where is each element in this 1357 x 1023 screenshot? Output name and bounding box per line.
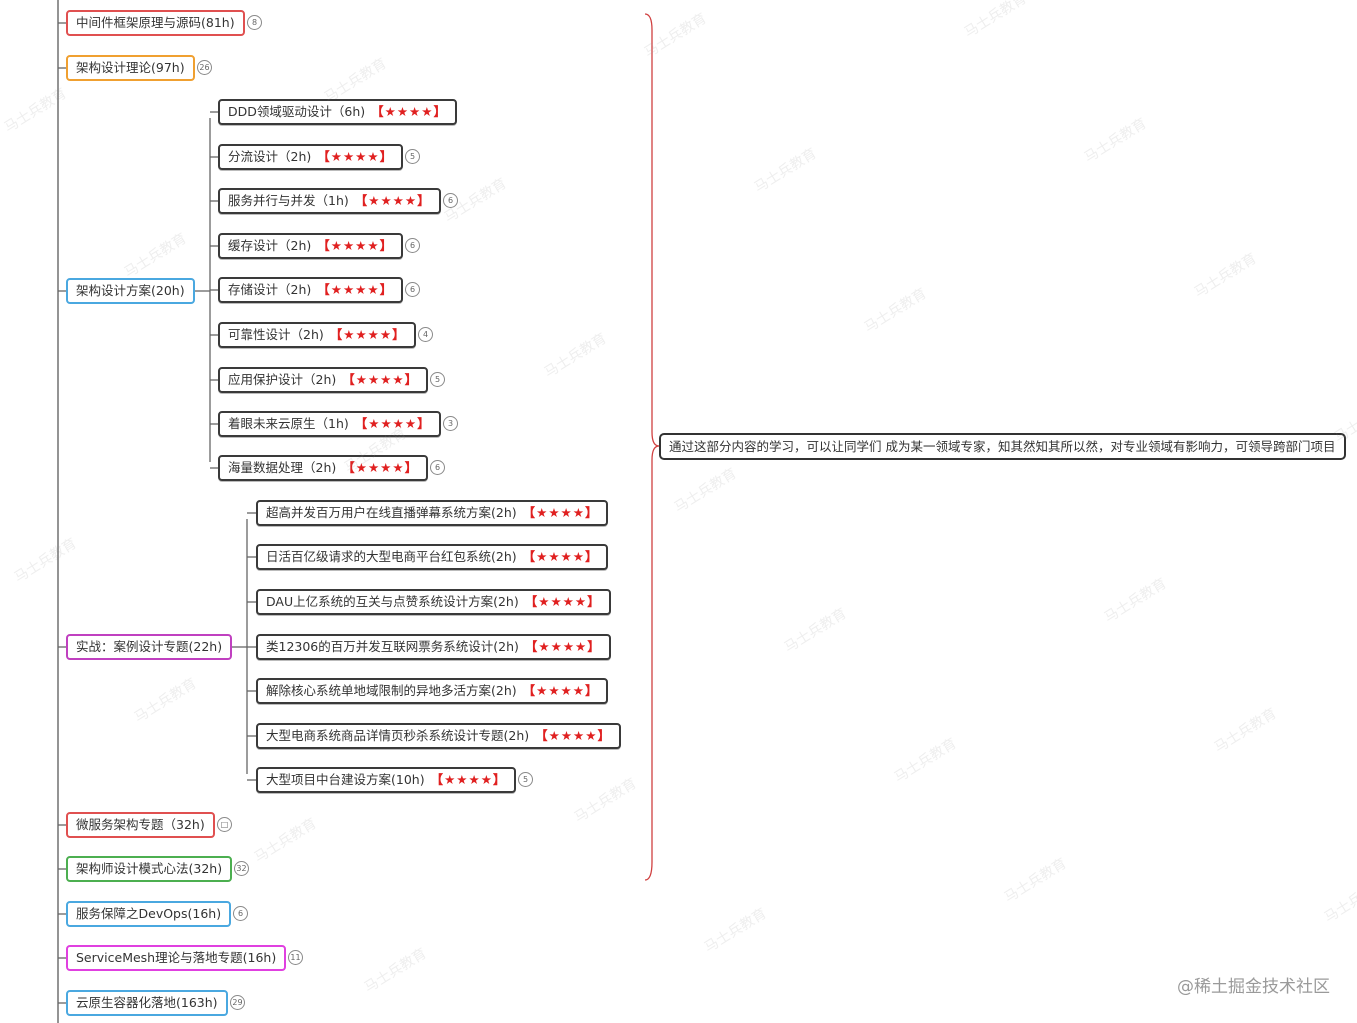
node-label: 海量数据处理（2h) (228, 460, 337, 475)
count-badge: 11 (288, 950, 303, 965)
count-badge: 6 (233, 906, 248, 921)
design-topic-node[interactable]: 应用保护设计（2h) 【★★★★】 (218, 367, 429, 393)
case-topic-node[interactable]: 解除核心系统单地域限制的异地多活方案(2h) 【★★★★】 (256, 678, 609, 704)
node-label: 可靠性设计（2h) (228, 327, 324, 342)
node-label: 日活百亿级请求的大型电商平台红包系统(2h) (266, 549, 517, 564)
rating-stars: 【★★★★】 (524, 594, 601, 609)
case-topic-node[interactable]: 大型电商系统商品详情页秒杀系统设计专题(2h) 【★★★★】 (256, 723, 621, 749)
node-label: 存储设计（2h) (228, 282, 312, 297)
branch-node[interactable]: 云原生容器化落地(163h) (66, 990, 228, 1016)
count-badge: 3 (443, 416, 458, 431)
design-topic-node[interactable]: 着眼未来云原生（1h) 【★★★★】 (218, 411, 441, 437)
summary-node[interactable]: 通过这部分内容的学习，可以让同学们 成为某一领域专家，知其然知其所以然，对专业领… (659, 433, 1346, 460)
brace-path (644, 13, 660, 881)
design-topic-node[interactable]: 缓存设计（2h) 【★★★★】 (218, 233, 404, 259)
count-badge: 29 (230, 995, 245, 1010)
branch-node[interactable]: 架构设计理论(97h) (66, 55, 195, 81)
count-badge: 6 (405, 238, 420, 253)
design-topic-node[interactable]: 海量数据处理（2h) 【★★★★】 (218, 455, 429, 481)
node-label: 超高并发百万用户在线直播弹幕系统方案(2h) (266, 505, 517, 520)
node-label: ServiceMesh理论与落地专题(16h) (76, 950, 277, 965)
rating-stars: 【★★★★】 (522, 549, 599, 564)
case-topic-node[interactable]: 日活百亿级请求的大型电商平台红包系统(2h) 【★★★★】 (256, 544, 609, 570)
design-topic-node[interactable]: 分流设计（2h) 【★★★★】 (218, 144, 404, 170)
rating-stars: 【★★★★】 (522, 505, 599, 520)
case-topic-node[interactable]: 类12306的百万并发互联网票务系统设计(2h) 【★★★★】 (256, 634, 611, 660)
node-label: 实战：案例设计专题(22h) (76, 639, 223, 654)
count-badge: 6 (430, 460, 445, 475)
node-label: 微服务架构专题（32h) (76, 817, 205, 832)
branch-node[interactable]: ServiceMesh理论与落地专题(16h) (66, 945, 287, 971)
node-label: 云原生容器化落地(163h) (76, 995, 218, 1010)
node-label: 分流设计（2h) (228, 149, 312, 164)
rating-stars: 【★★★★】 (317, 149, 394, 164)
rating-stars: 【★★★★】 (535, 728, 611, 743)
count-badge: 32 (234, 861, 249, 876)
design-topic-node[interactable]: 存储设计（2h) 【★★★★】 (218, 277, 404, 303)
design-topic-node[interactable]: DDD领域驱动设计（6h) 【★★★★】 (218, 99, 457, 125)
node-label: DDD领域驱动设计（6h) (228, 104, 366, 119)
node-label: 服务保障之DevOps(16h) (76, 906, 222, 921)
node-label: 服务并行与并发（1h) (228, 193, 349, 208)
branch-node[interactable]: 架构设计方案(20h) (66, 278, 195, 304)
branch-node[interactable]: 架构师设计模式心法(32h) (66, 856, 233, 882)
branch-node[interactable]: 中间件框架原理与源码(81h) (66, 10, 245, 36)
count-badge: 5 (405, 149, 420, 164)
rating-stars: 【★★★★】 (329, 327, 406, 342)
design-topic-node[interactable]: 服务并行与并发（1h) 【★★★★】 (218, 188, 441, 214)
rating-stars: 【★★★★】 (317, 238, 394, 253)
count-badge: 4 (418, 327, 433, 342)
node-label: 解除核心系统单地域限制的异地多活方案(2h) (266, 683, 517, 698)
node-label: 缓存设计（2h) (228, 238, 312, 253)
branch-node[interactable]: 微服务架构专题（32h) (66, 812, 215, 838)
rating-stars: 【★★★★】 (317, 282, 394, 297)
rating-stars: 【★★★★】 (342, 372, 419, 387)
count-badge: 6 (405, 282, 420, 297)
node-label: 中间件框架原理与源码(81h) (76, 15, 235, 30)
branch-node[interactable]: 服务保障之DevOps(16h) (66, 901, 232, 927)
rating-stars: 【★★★★】 (354, 416, 431, 431)
count-badge: 8 (247, 15, 262, 30)
node-label: 大型电商系统商品详情页秒杀系统设计专题(2h) (266, 728, 530, 743)
node-label: 着眼未来云原生（1h) (228, 416, 349, 431)
case-topic-node[interactable]: DAU上亿系统的互关与点赞系统设计方案(2h) 【★★★★】 (256, 589, 611, 615)
node-label: 架构师设计模式心法(32h) (76, 861, 223, 876)
footer-brand: @稀土掘金技术社区 (1177, 977, 1330, 997)
count-badge: 26 (197, 60, 212, 75)
rating-stars: 【★★★★】 (371, 104, 447, 119)
rating-stars: 【★★★★】 (354, 193, 431, 208)
rating-stars: 【★★★★】 (524, 639, 601, 654)
count-badge: □ (217, 817, 232, 832)
rating-stars: 【★★★★】 (522, 683, 599, 698)
node-label: DAU上亿系统的互关与点赞系统设计方案(2h) (266, 594, 519, 609)
rating-stars: 【★★★★】 (342, 460, 419, 475)
count-badge: 6 (443, 193, 458, 208)
node-label: 架构设计理论(97h) (76, 60, 185, 75)
rating-stars: 【★★★★】 (430, 772, 507, 787)
design-topic-node[interactable]: 可靠性设计（2h) 【★★★★】 (218, 322, 416, 348)
case-topic-node[interactable]: 大型项目中台建设方案(10h) 【★★★★】 (256, 767, 517, 793)
node-label: 架构设计方案(20h) (76, 283, 185, 298)
node-label: 大型项目中台建设方案(10h) (266, 772, 425, 787)
node-label: 类12306的百万并发互联网票务系统设计(2h) (266, 639, 519, 654)
count-badge: 5 (518, 772, 533, 787)
branch-node[interactable]: 实战：案例设计专题(22h) (66, 634, 233, 660)
count-badge: 5 (430, 372, 445, 387)
case-topic-node[interactable]: 超高并发百万用户在线直播弹幕系统方案(2h) 【★★★★】 (256, 500, 609, 526)
node-label: 应用保护设计（2h) (228, 372, 337, 387)
